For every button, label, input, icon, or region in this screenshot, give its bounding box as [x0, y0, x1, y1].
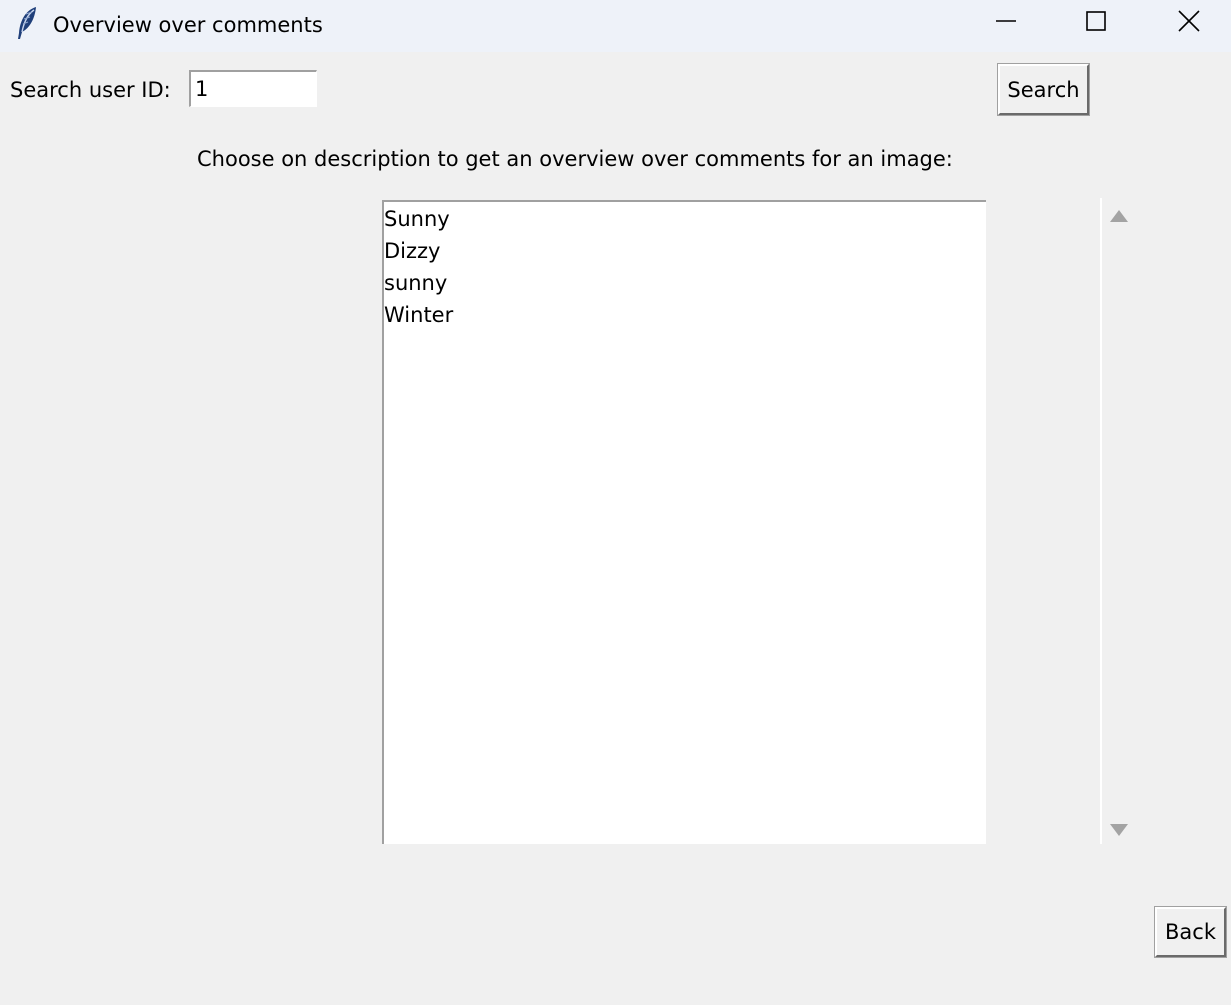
feather-icon	[14, 6, 40, 40]
list-item[interactable]: Sunny	[384, 203, 986, 235]
close-button[interactable]	[1143, 0, 1231, 46]
minimize-button[interactable]	[960, 0, 1052, 46]
search-user-id-input[interactable]	[189, 70, 317, 107]
scroll-down-arrow-icon[interactable]	[1110, 824, 1128, 836]
minimize-icon	[995, 10, 1017, 36]
listbox-scrollbar[interactable]	[1100, 198, 1135, 844]
scroll-up-arrow-icon[interactable]	[1110, 210, 1128, 222]
maximize-button[interactable]	[1050, 0, 1142, 46]
maximize-icon	[1085, 10, 1107, 36]
description-listbox[interactable]: Sunny Dizzy sunny Winter	[382, 200, 986, 844]
search-user-id-label: Search user ID:	[10, 78, 171, 102]
instruction-text: Choose on description to get an overview…	[197, 147, 953, 171]
window-title: Overview over comments	[53, 13, 323, 37]
title-bar[interactable]: Overview over comments	[0, 0, 1231, 52]
list-item[interactable]: Winter	[384, 299, 986, 331]
search-button[interactable]: Search	[997, 63, 1090, 116]
list-item[interactable]: sunny	[384, 267, 986, 299]
back-button[interactable]: Back	[1154, 906, 1227, 958]
app-window: Overview over comments Search user ID: S…	[0, 0, 1231, 1005]
close-icon	[1178, 10, 1200, 36]
list-item[interactable]: Dizzy	[384, 235, 986, 267]
